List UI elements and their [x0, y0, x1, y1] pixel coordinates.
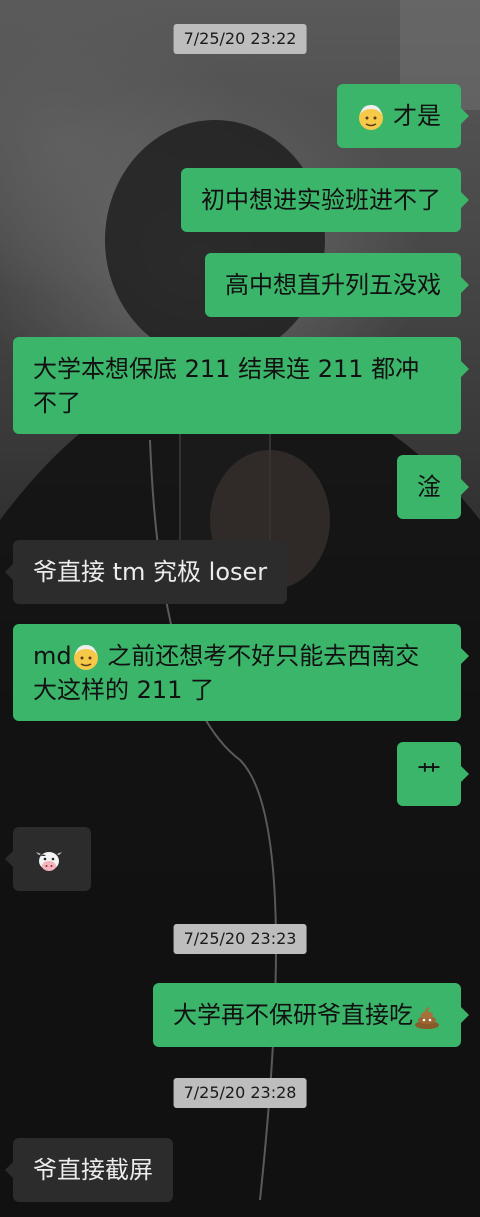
received-message[interactable] — [5, 827, 91, 891]
message-prefix: md — [33, 642, 72, 670]
sent-message[interactable]: md 之前还想考不好只能去西南交大这样的 211 了 — [13, 624, 469, 721]
message-text: 才是 — [393, 102, 441, 130]
message-text: 爷直接 tm 究极 loser — [33, 558, 268, 586]
received-message[interactable]: 爷直接截屏 — [5, 1138, 173, 1202]
sent-message[interactable]: 大学本想保底 211 结果连 211 都冲不了 — [13, 337, 469, 434]
message-text: 艹 — [417, 760, 441, 788]
received-message[interactable]: 爷直接 tm 究极 loser — [4, 540, 288, 604]
pile-of-poo-icon — [415, 1007, 439, 1029]
message-text: 初中想进实验班进不了 — [201, 186, 441, 214]
message-text: 大学再不保研爷直接吃 — [173, 1001, 413, 1029]
timestamp: 7/25/20 23:23 — [173, 924, 307, 954]
sent-message[interactable]: 初中想进实验班进不了 — [181, 168, 469, 232]
cow-face-icon — [36, 852, 62, 871]
sent-message[interactable]: 淦 — [397, 455, 469, 519]
message-text: 高中想直升列五没戏 — [225, 271, 441, 299]
timestamp: 7/25/20 23:22 — [173, 24, 307, 54]
message-text: 大学本想保底 211 结果连 211 都冲不了 — [33, 355, 420, 417]
sent-message[interactable]: 高中想直升列五没戏 — [205, 253, 469, 317]
older-man-face-icon — [359, 105, 384, 130]
sent-message[interactable]: 才是 — [337, 84, 469, 148]
older-man-face-icon — [73, 645, 98, 670]
sent-message[interactable]: 大学再不保研爷直接吃 — [153, 983, 469, 1047]
sent-message[interactable]: 艹 — [397, 742, 469, 806]
message-text: 淦 — [417, 473, 441, 501]
message-text: 爷直接截屏 — [33, 1156, 153, 1184]
timestamp: 7/25/20 23:28 — [173, 1078, 307, 1108]
